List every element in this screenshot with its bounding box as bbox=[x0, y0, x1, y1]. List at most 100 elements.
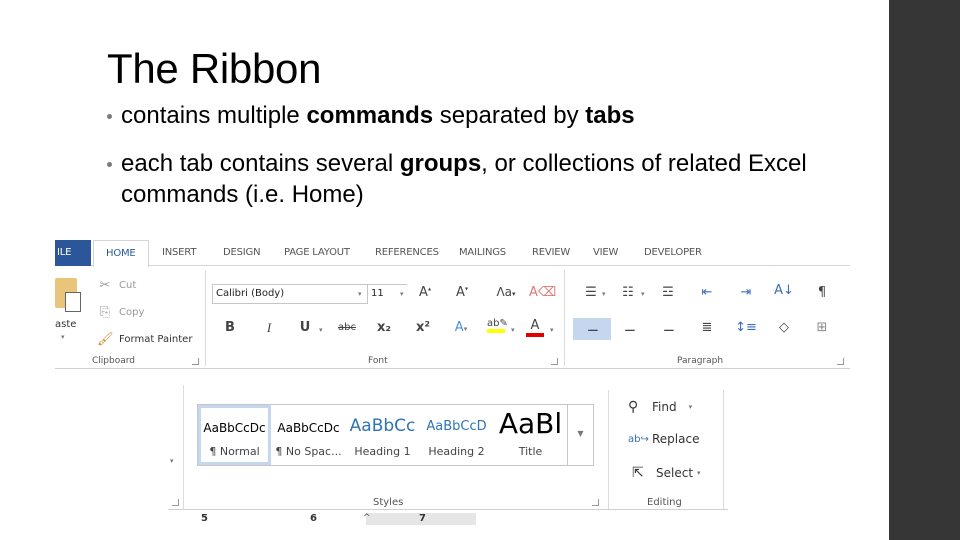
group-divider bbox=[723, 390, 724, 510]
bullet-text: each tab contains several bbox=[121, 150, 400, 177]
replace-icon: ab↪ bbox=[628, 433, 649, 445]
paragraph-launcher-icon[interactable] bbox=[837, 358, 844, 365]
group-divider bbox=[205, 270, 206, 366]
multilevel-list-icon[interactable]: ☲ bbox=[657, 285, 679, 300]
replace-button[interactable]: ab↪ Replace bbox=[628, 432, 699, 446]
styles-more-button[interactable]: ▼ bbox=[567, 405, 593, 465]
tab-page-layout[interactable]: PAGE LAYOUT bbox=[284, 247, 350, 258]
paste-icon[interactable] bbox=[55, 278, 81, 312]
copy-button[interactable]: ⎘ Copy bbox=[97, 305, 145, 320]
tab-file[interactable]: ILE bbox=[55, 240, 91, 266]
tab-home[interactable]: HOME bbox=[93, 240, 149, 267]
ruler-mark: 6 bbox=[310, 513, 317, 524]
tab-developer[interactable]: DEVELOPER bbox=[644, 247, 702, 258]
ribbon-bottom-border bbox=[55, 368, 850, 369]
styles-group-label: Styles bbox=[373, 497, 404, 508]
bullet-dot-icon bbox=[107, 114, 112, 119]
bullet-emphasis: commands bbox=[306, 102, 434, 129]
clear-formatting-icon[interactable]: A⌫ bbox=[529, 285, 556, 300]
format-painter-button[interactable]: 🖌 Format Painter bbox=[97, 332, 192, 347]
paintbrush-icon: 🖌 bbox=[97, 332, 114, 347]
subscript-button[interactable]: x₂ bbox=[373, 320, 395, 335]
font-name-dropdown-icon[interactable]: ▾ bbox=[358, 290, 362, 298]
sort-icon[interactable]: A↓ bbox=[773, 283, 795, 298]
editing-group-label: Editing bbox=[647, 497, 682, 508]
bullet-emphasis: tabs bbox=[585, 102, 635, 129]
shading-icon[interactable]: ◇ bbox=[773, 320, 795, 335]
superscript-button[interactable]: x² bbox=[412, 320, 434, 335]
bold-button[interactable]: B bbox=[219, 320, 241, 335]
numbering-dropdown-icon[interactable]: ▾ bbox=[641, 290, 645, 298]
borders-icon[interactable]: ⊞ bbox=[811, 320, 833, 335]
style-heading-2[interactable]: AaBbCcD Heading 2 bbox=[420, 405, 493, 465]
numbering-icon[interactable]: ☷ bbox=[617, 285, 639, 300]
paste-dropdown-icon[interactable]: ▾ bbox=[61, 333, 65, 341]
bullet-list: contains multiple commands separated by … bbox=[107, 100, 807, 210]
ribbon-bottom-border bbox=[168, 509, 728, 510]
tab-design[interactable]: DESIGN bbox=[223, 247, 261, 258]
paste-button[interactable]: aste bbox=[55, 319, 76, 330]
scissors-icon: ✂ bbox=[99, 278, 111, 293]
strikethrough-button[interactable]: abc bbox=[334, 322, 360, 333]
font-group-label: Font bbox=[368, 356, 388, 366]
slide-title: The Ribbon bbox=[107, 45, 322, 92]
ruler[interactable]: 5 6 7 ^ bbox=[168, 513, 728, 527]
styles-left-launcher-icon[interactable] bbox=[172, 499, 179, 506]
ruler-mark: 7 bbox=[419, 513, 426, 524]
justify-icon[interactable]: ≣ bbox=[696, 320, 718, 335]
font-color-dropdown-icon[interactable]: ▾ bbox=[550, 326, 554, 334]
binoculars-icon: ⚲ bbox=[628, 399, 639, 415]
bullets-icon[interactable]: ☰ bbox=[580, 285, 602, 300]
style-title[interactable]: AaBl Title bbox=[494, 405, 567, 465]
style-normal[interactable]: AaBbCcDc ¶ Normal bbox=[198, 405, 271, 465]
font-color-icon[interactable]: A bbox=[526, 318, 544, 337]
decrease-indent-icon[interactable]: ⇤ bbox=[696, 285, 718, 300]
change-case-icon[interactable]: Λa▾ bbox=[491, 285, 521, 299]
ribbon-home-screenshot: ILE HOME INSERT DESIGN PAGE LAYOUT REFER… bbox=[55, 240, 850, 370]
line-spacing-icon[interactable]: ↕≡ bbox=[735, 320, 757, 335]
font-name-field[interactable]: Calibri (Body) bbox=[212, 284, 367, 304]
find-button[interactable]: ⚲ Find ▾ bbox=[628, 399, 692, 415]
indent-marker-icon[interactable]: ^ bbox=[363, 513, 371, 523]
align-right-icon[interactable]: ⚊ bbox=[658, 320, 680, 335]
group-divider bbox=[564, 270, 565, 366]
underline-button[interactable]: U bbox=[294, 320, 316, 335]
gallery-scroll-mark: ▾ bbox=[170, 457, 174, 465]
highlight-dropdown-icon[interactable]: ▾ bbox=[511, 326, 515, 334]
bullet-dot-icon bbox=[107, 162, 112, 167]
styles-launcher-icon[interactable] bbox=[592, 499, 599, 506]
shrink-font-icon[interactable]: A▾ bbox=[451, 285, 473, 300]
tab-review[interactable]: REVIEW bbox=[532, 247, 570, 258]
highlight-color-icon[interactable]: ab✎ bbox=[487, 318, 508, 333]
align-center-icon[interactable]: ⚊ bbox=[619, 320, 641, 335]
grow-font-icon[interactable]: A▴ bbox=[414, 285, 436, 300]
tab-mailings[interactable]: MAILINGS bbox=[459, 247, 506, 258]
ribbon-styles-editing-screenshot: AaBbCcDc ¶ Normal AaBbCcDc ¶ No Spac... … bbox=[168, 385, 728, 527]
font-size-dropdown-icon[interactable]: ▾ bbox=[400, 290, 404, 298]
underline-dropdown-icon[interactable]: ▾ bbox=[319, 326, 323, 334]
increase-indent-icon[interactable]: ⇥ bbox=[735, 285, 757, 300]
ruler-mark: 5 bbox=[201, 513, 208, 524]
italic-button[interactable]: I bbox=[258, 320, 280, 336]
tab-insert[interactable]: INSERT bbox=[162, 247, 196, 258]
bullets-dropdown-icon[interactable]: ▾ bbox=[602, 290, 606, 298]
text-effects-icon[interactable]: A▾ bbox=[450, 320, 472, 335]
show-formatting-marks-icon[interactable]: ¶ bbox=[811, 285, 833, 300]
find-dropdown-icon: ▾ bbox=[688, 403, 693, 411]
paragraph-group-label: Paragraph bbox=[677, 356, 724, 366]
clipboard-group-label: Clipboard bbox=[92, 356, 135, 366]
select-dropdown-icon: ▾ bbox=[697, 469, 701, 477]
font-launcher-icon[interactable] bbox=[551, 358, 558, 365]
tab-view[interactable]: VIEW bbox=[593, 247, 618, 258]
style-no-spacing[interactable]: AaBbCcDc ¶ No Spac... bbox=[272, 405, 345, 465]
select-button[interactable]: ⇱ Select ▾ bbox=[632, 465, 701, 481]
copy-icon: ⎘ bbox=[99, 305, 111, 320]
tab-references[interactable]: REFERENCES bbox=[375, 247, 439, 258]
cut-button[interactable]: ✂ Cut bbox=[97, 278, 137, 293]
group-divider bbox=[608, 390, 609, 510]
clipboard-launcher-icon[interactable] bbox=[192, 358, 199, 365]
bullet-text: contains multiple bbox=[121, 102, 307, 129]
styles-gallery: AaBbCcDc ¶ Normal AaBbCcDc ¶ No Spac... … bbox=[197, 404, 594, 466]
align-left-icon: ⚊ bbox=[587, 320, 599, 335]
style-heading-1[interactable]: AaBbCc Heading 1 bbox=[346, 405, 419, 465]
